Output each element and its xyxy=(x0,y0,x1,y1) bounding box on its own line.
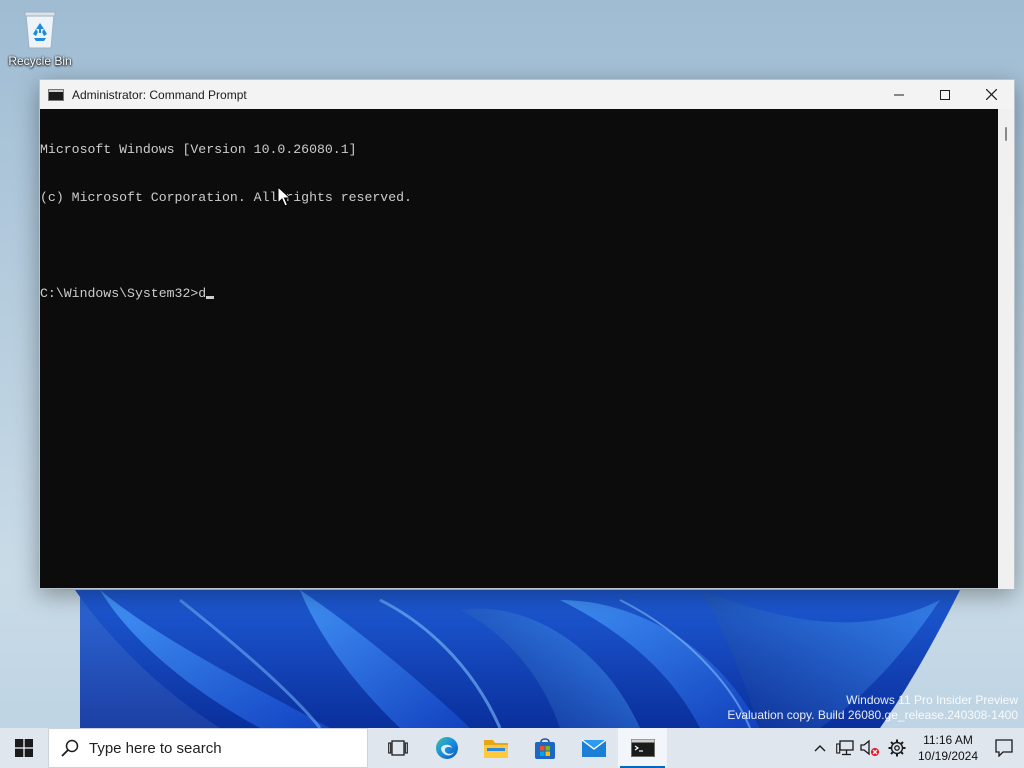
watermark-line-2: Evaluation copy. Build 26080.ge_release.… xyxy=(727,708,1018,722)
notification-icon xyxy=(995,739,1013,757)
volume-muted-icon xyxy=(859,739,879,756)
volume-button[interactable] xyxy=(857,728,882,768)
mail-icon xyxy=(581,739,606,757)
window-titlebar[interactable]: Administrator: Command Prompt xyxy=(40,80,1014,109)
taskbar-microsoft-store[interactable] xyxy=(520,728,569,768)
minimize-button[interactable] xyxy=(876,80,922,109)
start-button[interactable] xyxy=(0,728,48,768)
console-prompt-line: C:\Windows\System32>d xyxy=(40,286,1000,302)
windows-logo-icon xyxy=(15,739,33,757)
console-line: Microsoft Windows [Version 10.0.26080.1] xyxy=(40,142,357,157)
command-prompt-window[interactable]: Administrator: Command Prompt Microsoft … xyxy=(39,79,1015,589)
window-title: Administrator: Command Prompt xyxy=(72,87,247,102)
clock-date: 10/19/2024 xyxy=(917,749,979,763)
console-scrollbar[interactable] xyxy=(998,109,1014,589)
store-icon xyxy=(534,738,555,759)
chevron-up-icon xyxy=(814,745,825,752)
taskbar-clock[interactable]: 11:16 AM 10/19/2024 xyxy=(916,732,980,764)
taskbar-task-view[interactable] xyxy=(373,728,422,768)
network-button[interactable] xyxy=(832,728,857,768)
console-prompt-text: C:\Windows\System32>d xyxy=(40,286,207,301)
taskbar-mail[interactable] xyxy=(569,728,618,768)
search-input[interactable] xyxy=(89,739,349,757)
minimize-icon xyxy=(894,94,904,95)
terminal-icon xyxy=(48,88,64,101)
evaluation-watermark: Windows 11 Pro Insider Preview Evaluatio… xyxy=(727,693,1018,723)
desktop-icon-label: Recycle Bin xyxy=(8,54,72,68)
search-icon xyxy=(61,739,79,757)
terminal-icon xyxy=(630,739,655,757)
recycle-bin-icon xyxy=(20,8,60,50)
settings-button[interactable] xyxy=(882,728,912,768)
scrollbar-thumb[interactable] xyxy=(1005,127,1007,141)
console-output[interactable]: Microsoft Windows [Version 10.0.26080.1]… xyxy=(40,109,1000,589)
close-icon xyxy=(985,89,997,100)
taskbar: 11:16 AM 10/19/2024 xyxy=(0,728,1024,768)
notifications-button[interactable] xyxy=(984,728,1024,768)
desktop-icon-recycle-bin[interactable]: Recycle Bin xyxy=(6,8,74,68)
console-line: (c) Microsoft Corporation. All rights re… xyxy=(40,190,412,205)
folder-icon xyxy=(483,740,508,758)
clock-time: 11:16 AM xyxy=(923,733,973,747)
maximize-icon xyxy=(940,89,950,100)
close-button[interactable] xyxy=(968,80,1014,109)
mouse-pointer-icon xyxy=(277,185,292,213)
gear-icon xyxy=(888,739,906,757)
taskbar-command-prompt[interactable] xyxy=(618,728,667,768)
maximize-button[interactable] xyxy=(922,80,968,109)
network-icon xyxy=(835,740,854,756)
taskbar-edge[interactable] xyxy=(422,728,471,768)
edge-icon xyxy=(435,737,458,759)
watermark-line-1: Windows 11 Pro Insider Preview xyxy=(846,693,1018,707)
taskbar-search-box[interactable] xyxy=(48,728,368,768)
text-cursor xyxy=(206,296,215,299)
task-view-icon xyxy=(387,740,408,756)
system-tray: 11:16 AM 10/19/2024 xyxy=(807,728,1024,768)
taskbar-file-explorer[interactable] xyxy=(471,728,520,768)
show-hidden-icons-button[interactable] xyxy=(807,728,832,768)
